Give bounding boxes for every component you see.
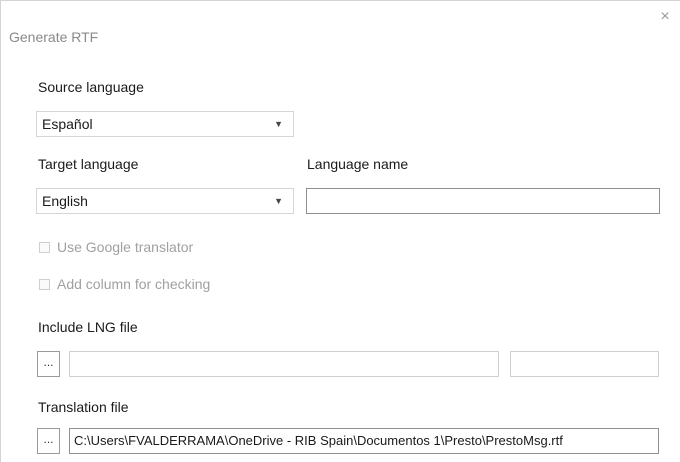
source-language-label: Source language bbox=[38, 79, 144, 95]
source-language-select[interactable]: Español ▼ bbox=[36, 111, 294, 137]
use-google-translator-checkbox[interactable]: Use Google translator bbox=[39, 238, 193, 256]
add-column-label: Add column for checking bbox=[57, 276, 211, 292]
generate-rtf-dialog: Generate RTF × Source language Español ▼… bbox=[0, 0, 680, 462]
include-lng-label: Include LNG file bbox=[38, 319, 138, 335]
source-language-value: Español bbox=[42, 116, 93, 132]
use-google-translator-label: Use Google translator bbox=[57, 239, 194, 255]
language-name-input[interactable] bbox=[306, 188, 660, 214]
target-language-select[interactable]: English ▼ bbox=[36, 188, 294, 214]
include-lng-path-input[interactable] bbox=[69, 351, 499, 377]
checkbox-box[interactable] bbox=[39, 241, 50, 253]
include-lng-browse-button[interactable]: ... bbox=[37, 351, 60, 377]
target-language-label: Target language bbox=[38, 156, 139, 172]
close-icon[interactable]: × bbox=[658, 9, 672, 25]
include-lng-extra-input[interactable] bbox=[510, 351, 659, 377]
dialog-title: Generate RTF bbox=[9, 29, 99, 45]
checkbox-box[interactable] bbox=[39, 278, 50, 290]
chevron-down-icon: ▼ bbox=[274, 119, 283, 129]
chevron-down-icon: ▼ bbox=[274, 196, 283, 206]
translation-file-path-input[interactable]: C:\Users\FVALDERRAMA\OneDrive - RIB Spai… bbox=[69, 428, 659, 454]
add-column-checkbox[interactable]: Add column for checking bbox=[39, 275, 210, 293]
target-language-value: English bbox=[42, 193, 88, 209]
translation-file-browse-button[interactable]: ... bbox=[37, 428, 60, 454]
language-name-label: Language name bbox=[307, 156, 409, 172]
translation-file-label: Translation file bbox=[38, 399, 129, 415]
